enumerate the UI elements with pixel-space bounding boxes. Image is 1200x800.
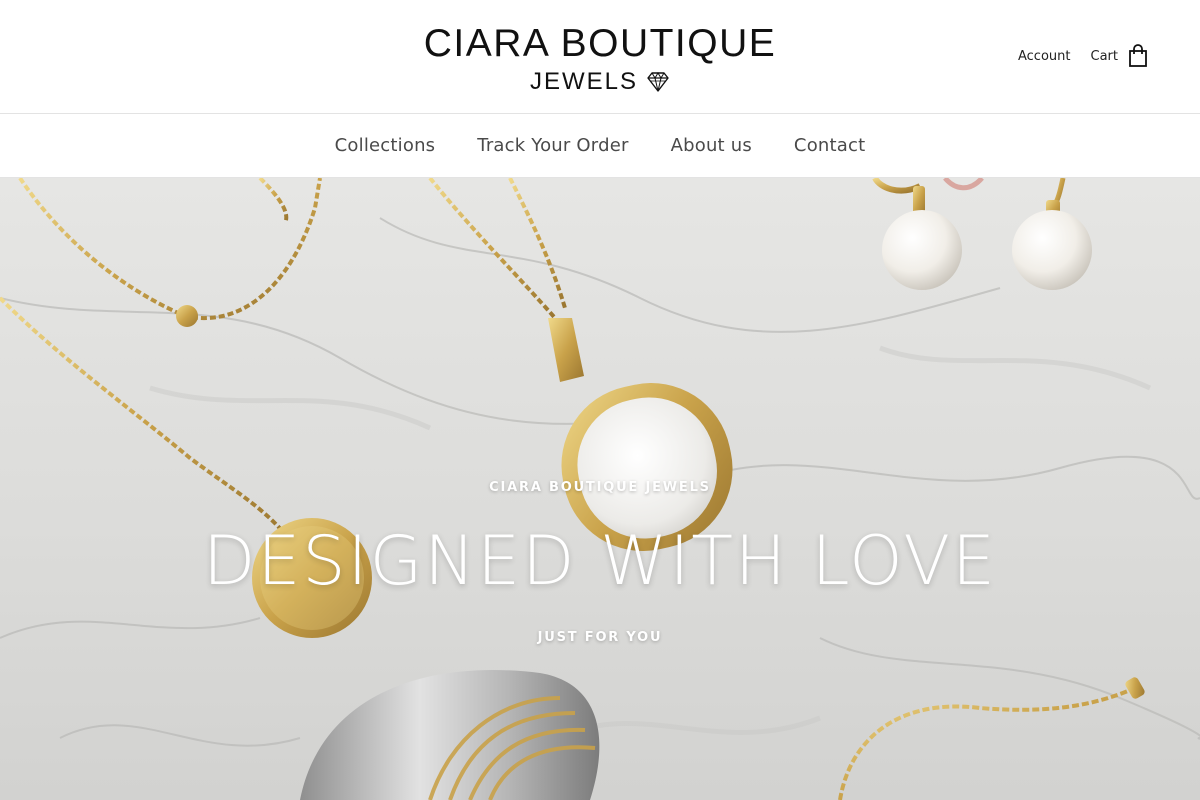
cart-link[interactable]: Cart [1091,44,1149,68]
hero-subtitle: JUST FOR YOU [537,630,663,645]
hero-title: DESIGNED WITH LOVE [203,522,997,601]
site-header: CIARA BOUTIQUE JEWELS Account Cart [0,0,1200,114]
nav-item-collections[interactable]: Collections [335,135,436,156]
nav-item-contact[interactable]: Contact [794,135,865,156]
diamond-icon [646,71,670,93]
hero-banner[interactable]: CIARA BOUTIQUE JEWELS DESIGNED WITH LOVE… [0,178,1200,800]
brand-name-line2: JEWELS [529,68,639,95]
hero-content: CIARA BOUTIQUE JEWELS DESIGNED WITH LOVE… [0,178,1200,800]
shopping-bag-icon [1128,44,1148,68]
brand-logo[interactable]: CIARA BOUTIQUE JEWELS [400,22,800,98]
brand-name-line1: CIARA BOUTIQUE [423,22,777,65]
nav-item-track-order[interactable]: Track Your Order [477,135,628,156]
header-utility-links: Account Cart [1018,44,1148,68]
hero-eyebrow: CIARA BOUTIQUE JEWELS [489,480,711,495]
account-link[interactable]: Account [1018,49,1071,64]
cart-label: Cart [1090,48,1119,64]
main-navigation: Collections Track Your Order About us Co… [0,114,1200,178]
brand-name-line2-wrap: JEWELS [530,68,670,96]
nav-item-about-us[interactable]: About us [671,135,752,156]
